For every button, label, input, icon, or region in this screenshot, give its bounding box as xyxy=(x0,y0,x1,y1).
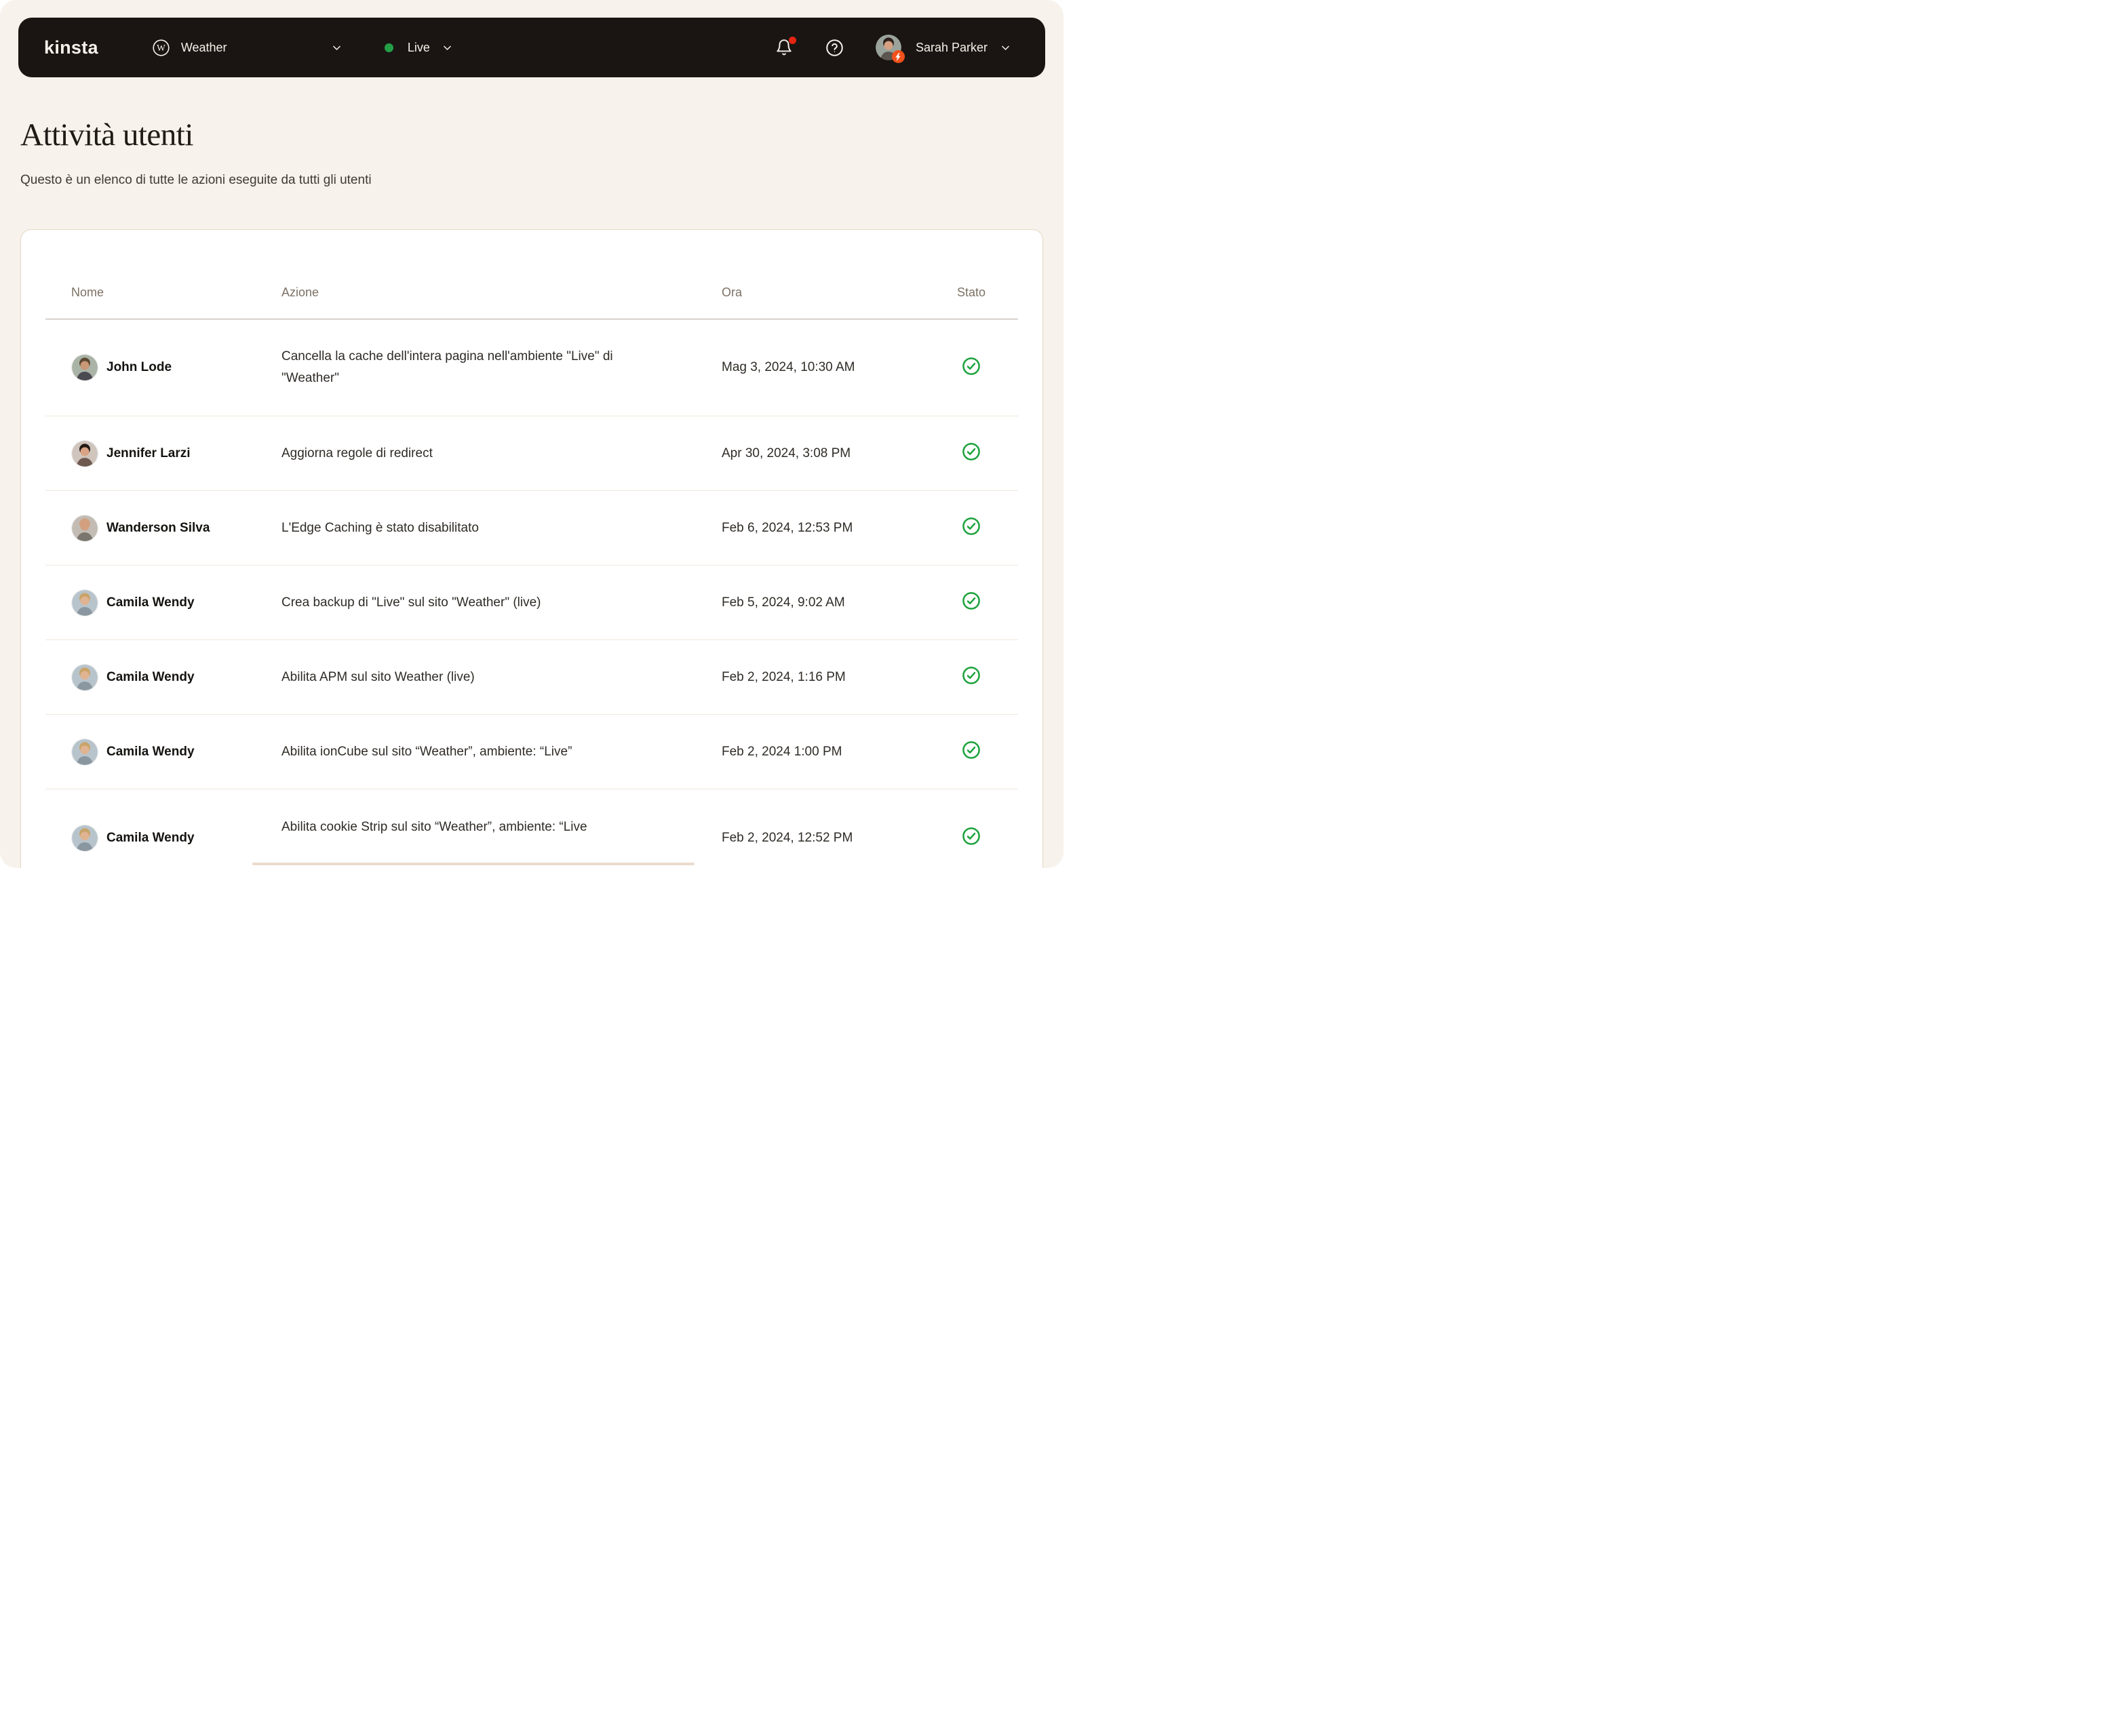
column-header-nome: Nome xyxy=(71,285,281,300)
timestamp: Apr 30, 2024, 3:08 PM xyxy=(722,446,950,461)
user-name: Camila Wendy xyxy=(106,595,195,610)
table-row: Camila Wendy Abilita cookie Strip sul si… xyxy=(45,789,1018,868)
success-check-icon xyxy=(962,442,981,465)
chevron-down-icon xyxy=(1000,42,1011,54)
live-status-dot xyxy=(385,43,393,52)
timestamp: Feb 6, 2024, 12:53 PM xyxy=(722,521,950,536)
table-row: John Lode Cancella la cache dell'intera … xyxy=(45,319,1018,416)
avatar xyxy=(71,589,98,616)
timestamp: Mag 3, 2024, 10:30 AM xyxy=(722,360,950,375)
site-selector-dropdown[interactable]: W Weather xyxy=(153,39,343,56)
chevron-down-icon xyxy=(442,42,453,54)
page-title: Attività utenti xyxy=(20,117,1043,153)
action-text: Abilita APM sul sito Weather (live) xyxy=(281,667,475,688)
success-check-icon xyxy=(962,591,981,614)
table-row: Camila Wendy Abilita APM sul sito Weathe… xyxy=(45,640,1018,715)
column-header-ora: Ora xyxy=(722,285,950,300)
environment-selector-dropdown[interactable]: Live xyxy=(385,41,453,55)
action-text: Cancella la cache dell'intera pagina nel… xyxy=(281,346,634,389)
user-menu[interactable]: Sarah Parker xyxy=(875,34,1011,61)
action-text: Aggiorna regole di redirect xyxy=(281,443,433,465)
action-text: L'Edge Caching è stato disabilitato xyxy=(281,517,479,539)
page-subtitle: Questo è un elenco di tutte le azioni es… xyxy=(20,171,1043,190)
table-row: Camila Wendy Abilita ionCube sul sito “W… xyxy=(45,715,1018,789)
user-name: Sarah Parker xyxy=(916,41,988,55)
avatar xyxy=(71,825,98,852)
partial-divider xyxy=(252,863,695,865)
user-name: Wanderson Silva xyxy=(106,521,210,536)
column-header-azione: Azione xyxy=(281,285,722,300)
help-button[interactable] xyxy=(825,39,844,57)
success-check-icon xyxy=(962,357,981,379)
top-navigation-bar: kinsta W Weather Live xyxy=(18,18,1045,77)
user-name: Camila Wendy xyxy=(106,670,195,685)
action-text: Abilita ionCube sul sito “Weather”, ambi… xyxy=(281,741,572,763)
column-header-stato: Stato xyxy=(950,285,992,300)
lightning-badge-icon xyxy=(892,50,905,63)
user-name: Camila Wendy xyxy=(106,831,195,846)
table-row: Camila Wendy Crea backup di "Live" sul s… xyxy=(45,566,1018,640)
user-name: Camila Wendy xyxy=(106,745,195,760)
environment-selector-value: Live xyxy=(408,41,430,55)
timestamp: Feb 2, 2024, 1:16 PM xyxy=(722,670,950,685)
avatar xyxy=(71,515,98,542)
page: kinsta W Weather Live xyxy=(0,0,1064,868)
svg-text:W: W xyxy=(157,43,165,53)
timestamp: Feb 2, 2024, 12:52 PM xyxy=(722,831,950,846)
action-text: Abilita cookie Strip sul sito “Weather”,… xyxy=(281,816,587,838)
action-text: Crea backup di "Live" sul sito "Weather"… xyxy=(281,592,541,614)
table-row: Wanderson Silva L'Edge Caching è stato d… xyxy=(45,491,1018,566)
avatar xyxy=(71,440,98,467)
success-check-icon xyxy=(962,741,981,763)
wordpress-icon: W xyxy=(153,39,170,56)
user-name: Jennifer Larzi xyxy=(106,446,191,461)
avatar xyxy=(71,354,98,381)
success-check-icon xyxy=(962,666,981,688)
activity-table-card: Nome Azione Ora Stato John Lode Cancella… xyxy=(20,229,1043,868)
success-check-icon xyxy=(962,827,981,849)
topbar-right-cluster: Sarah Parker xyxy=(775,34,1011,61)
user-name: John Lode xyxy=(106,360,172,375)
avatar xyxy=(71,738,98,766)
unread-notification-dot xyxy=(789,37,796,44)
timestamp: Feb 2, 2024 1:00 PM xyxy=(722,745,950,760)
kinsta-logo[interactable]: kinsta xyxy=(44,39,98,57)
notifications-button[interactable] xyxy=(775,39,793,56)
avatar xyxy=(875,34,902,61)
timestamp: Feb 5, 2024, 9:02 AM xyxy=(722,595,950,610)
success-check-icon xyxy=(962,517,981,539)
table-row: Jennifer Larzi Aggiorna regole di redire… xyxy=(45,416,1018,491)
table-header-row: Nome Azione Ora Stato xyxy=(45,230,1018,319)
main-content: Attività utenti Questo è un elenco di tu… xyxy=(0,117,1064,868)
site-selector-value: Weather xyxy=(181,41,227,55)
chevron-down-icon xyxy=(331,42,343,54)
avatar xyxy=(71,664,98,691)
